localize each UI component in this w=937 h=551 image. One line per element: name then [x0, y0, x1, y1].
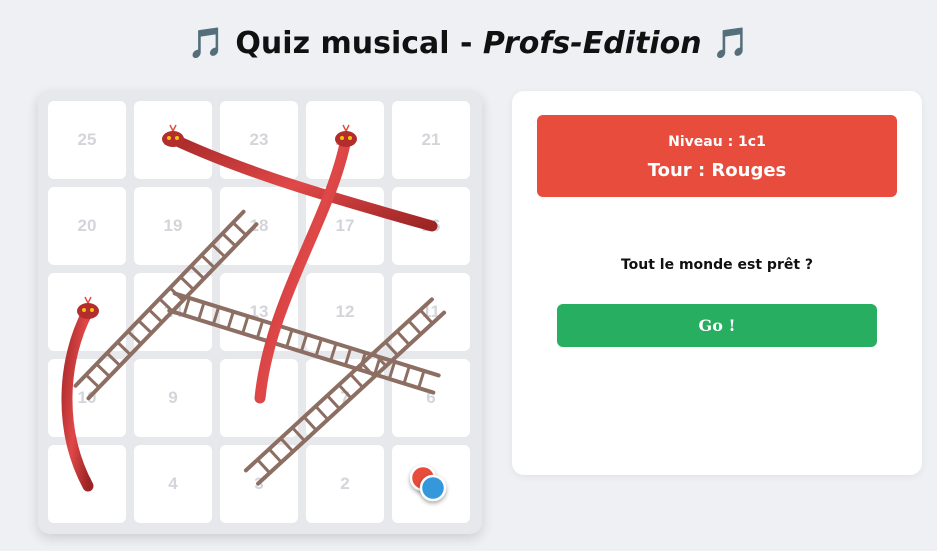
board-cell-5: 5 — [48, 445, 126, 523]
board-cell-17: 17 — [306, 187, 384, 265]
control-panel: Niveau : 1c1 Tour : Rouges Tout le monde… — [512, 91, 922, 475]
board-cell-7: 7 — [306, 359, 384, 437]
board-cell-23: 23 — [220, 101, 298, 179]
board-cell-16: 16 — [392, 187, 470, 265]
board-cell-1: 1 — [392, 445, 470, 523]
board-cell-19: 19 — [134, 187, 212, 265]
music-note-icon: 🎵 — [187, 26, 225, 61]
title-main: Quiz musical - — [235, 26, 483, 61]
game-board: 25 24 23 22 21 20 19 18 17 16 15 14 13 12 11 10 9 8 7 6 5 4 3 2… — [38, 91, 482, 534]
board-cell-13: 13 — [220, 273, 298, 351]
board-cell-6: 6 — [392, 359, 470, 437]
turn-label: Tour : Rouges — [647, 160, 787, 181]
board-cell-12: 12 — [306, 273, 384, 351]
board-cell-25: 25 — [48, 101, 126, 179]
title-edition: Profs-Edition — [482, 26, 702, 61]
board-cell-9: 9 — [134, 359, 212, 437]
board-cell-4: 4 — [134, 445, 212, 523]
level-label: Niveau : 1c1 — [668, 134, 766, 150]
board-cell-14: 14 — [134, 273, 212, 351]
board-cell-3: 3 — [220, 445, 298, 523]
board-cell-8: 8 — [220, 359, 298, 437]
board-cell-22: 22 — [306, 101, 384, 179]
board-cell-11: 11 — [392, 273, 470, 351]
turn-banner: Niveau : 1c1 Tour : Rouges — [537, 115, 897, 197]
ready-prompt: Tout le monde est prêt ? — [620, 257, 814, 273]
go-button[interactable]: Go ! — [557, 304, 877, 347]
board-cell-24: 24 — [134, 101, 212, 179]
board-cell-15: 15 — [48, 273, 126, 351]
board-cell-10: 10 — [48, 359, 126, 437]
page-title: 🎵 Quiz musical - Profs-Edition 🎵 — [0, 26, 937, 61]
board-cell-21: 21 — [392, 101, 470, 179]
music-note-icon: 🎵 — [712, 26, 750, 61]
board-cell-20: 20 — [48, 187, 126, 265]
board-cell-2: 2 — [306, 445, 384, 523]
board-cell-18: 18 — [220, 187, 298, 265]
